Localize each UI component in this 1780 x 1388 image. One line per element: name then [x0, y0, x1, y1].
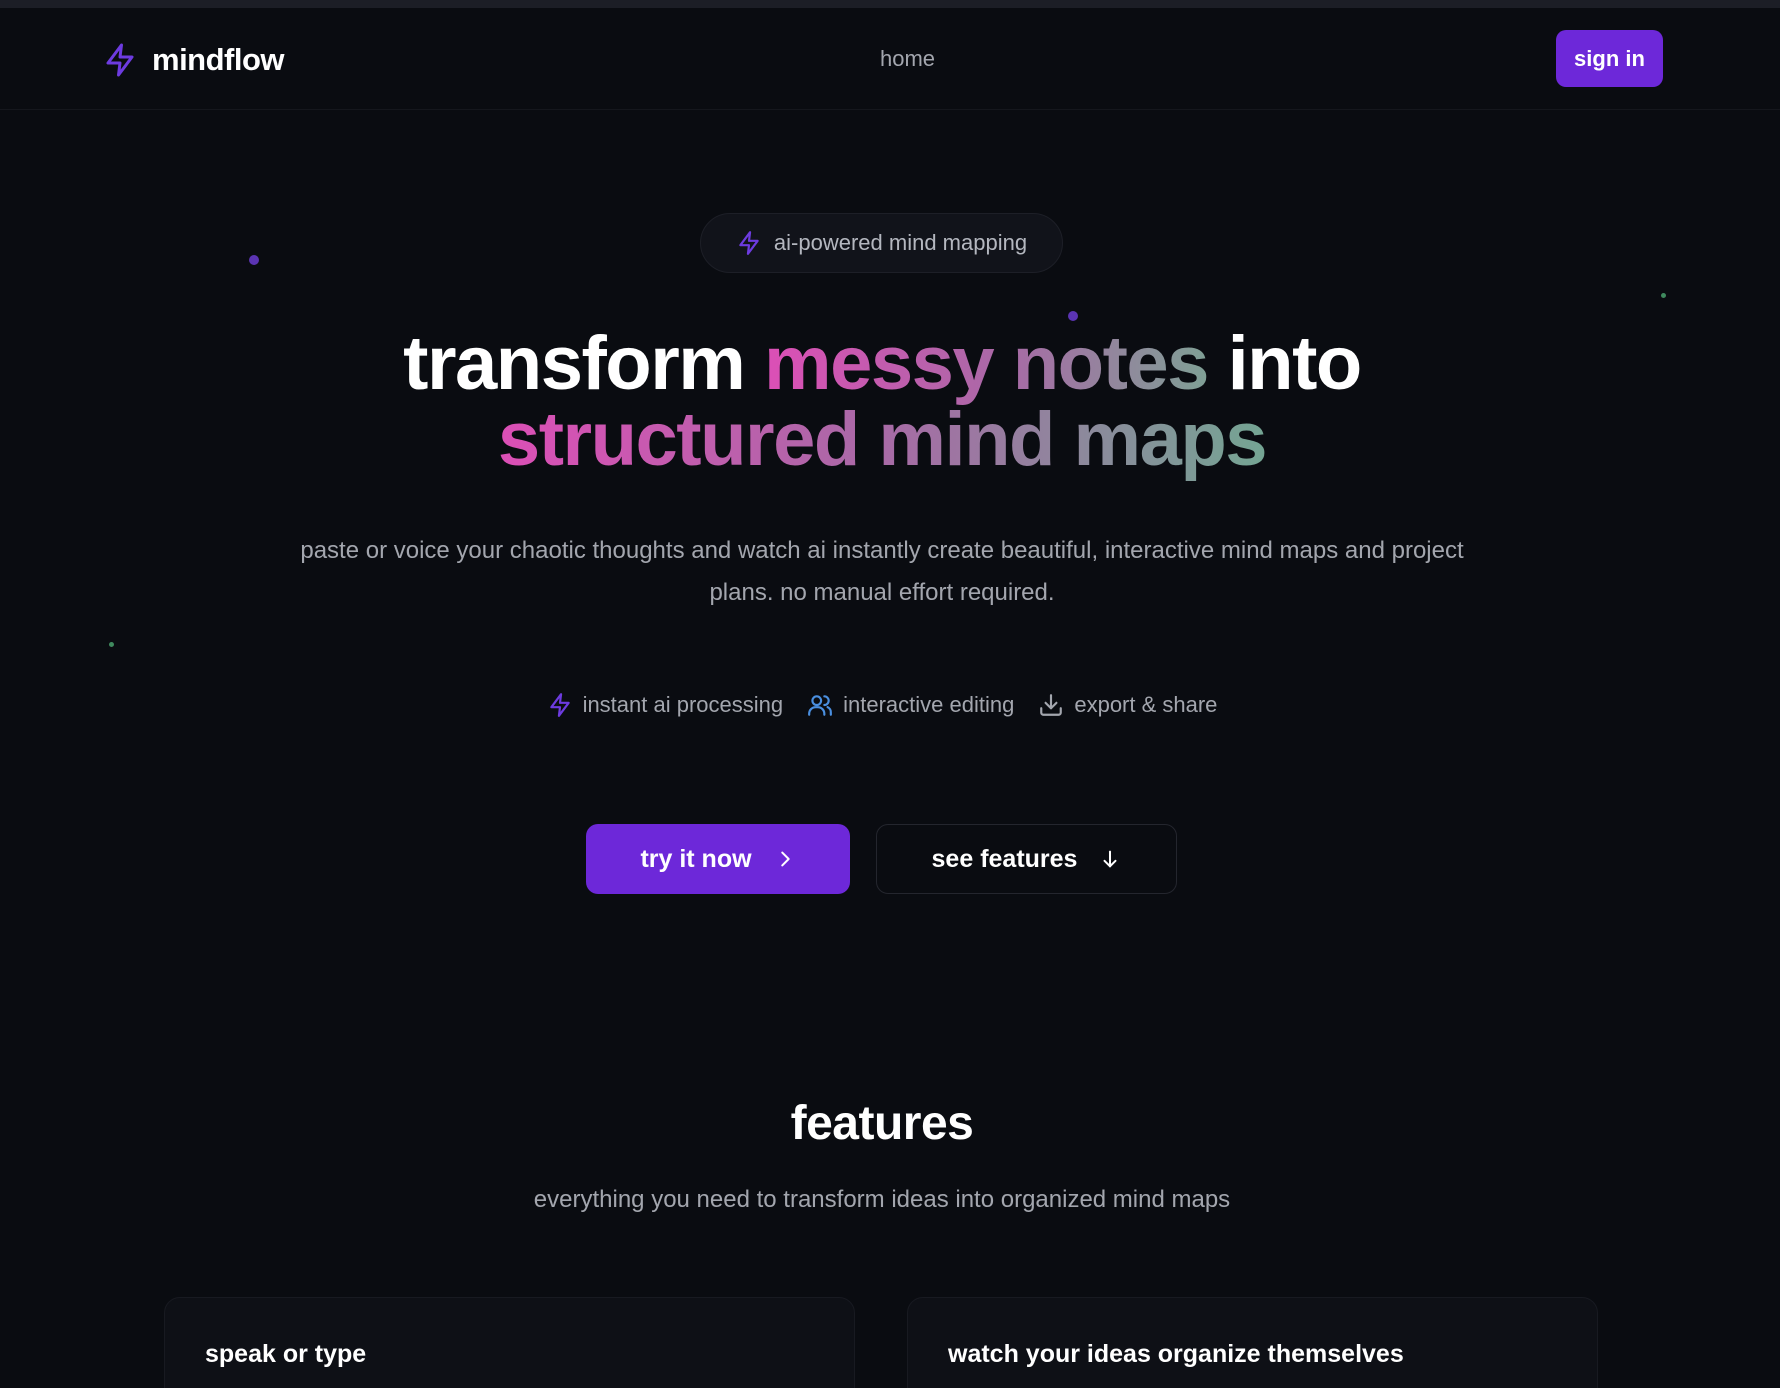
sign-in-button[interactable]: sign in	[1556, 30, 1663, 87]
lightning-icon	[739, 231, 759, 255]
download-icon	[1040, 694, 1063, 716]
lightning-icon	[106, 43, 134, 77]
logo-text: mindflow	[152, 42, 285, 77]
hero-badge: ai-powered mind mapping	[700, 213, 1063, 273]
features-subtitle: everything you need to transform ideas i…	[533, 1186, 1231, 1213]
decorative-dot	[249, 255, 259, 265]
decorative-dot	[1661, 293, 1666, 298]
headline-highlight: structured mind maps	[497, 397, 1268, 482]
see-features-label: see features	[931, 844, 1078, 873]
chevron-right-icon	[780, 851, 790, 867]
highlight-label: interactive editing	[843, 692, 1015, 717]
headline-text: into	[1207, 321, 1363, 406]
logo[interactable]: mindflow	[102, 38, 285, 82]
highlight-item: interactive editing	[807, 688, 1014, 722]
nav-home-link[interactable]: home	[880, 46, 935, 72]
feature-highlights: instant ai processing interactive editin…	[0, 688, 1764, 722]
headline-line-2: structured mind maps	[0, 402, 1764, 478]
hero-subtitle: paste or voice your chaotic thoughts and…	[300, 537, 1464, 606]
site-header: mindflow home sign in	[0, 8, 1780, 110]
hero-headline: transform messy notes into structured mi…	[0, 326, 1764, 478]
browser-top-strip	[0, 0, 1780, 8]
highlight-item: instant ai processing	[547, 688, 784, 722]
try-it-now-label: try it now	[640, 844, 752, 873]
headline-line-1: transform messy notes into	[0, 326, 1764, 402]
feature-card-title: watch your ideas organize themselves	[948, 1340, 1404, 1368]
headline-highlight: messy notes	[764, 321, 1209, 406]
decorative-dot	[1068, 311, 1078, 321]
feature-card-title: speak or type	[205, 1340, 367, 1368]
users-icon	[808, 695, 833, 716]
feature-card: speak or type	[164, 1297, 855, 1388]
highlight-item: export & share	[1038, 688, 1217, 722]
highlight-label: export & share	[1074, 692, 1218, 717]
feature-card: watch your ideas organize themselves	[907, 1297, 1598, 1388]
headline-text: transform	[403, 321, 764, 406]
arrow-down-icon	[1103, 850, 1117, 868]
try-it-now-button[interactable]: try it now	[586, 824, 850, 894]
lightning-icon	[549, 693, 570, 717]
decorative-dot	[109, 642, 114, 647]
highlight-label: instant ai processing	[582, 692, 784, 717]
see-features-button[interactable]: see features	[876, 824, 1177, 894]
badge-label: ai-powered mind mapping	[773, 230, 1028, 255]
features-heading: features	[790, 1097, 974, 1150]
landing-page: mindflow home sign in ai-powered mind ma…	[0, 0, 1780, 1388]
